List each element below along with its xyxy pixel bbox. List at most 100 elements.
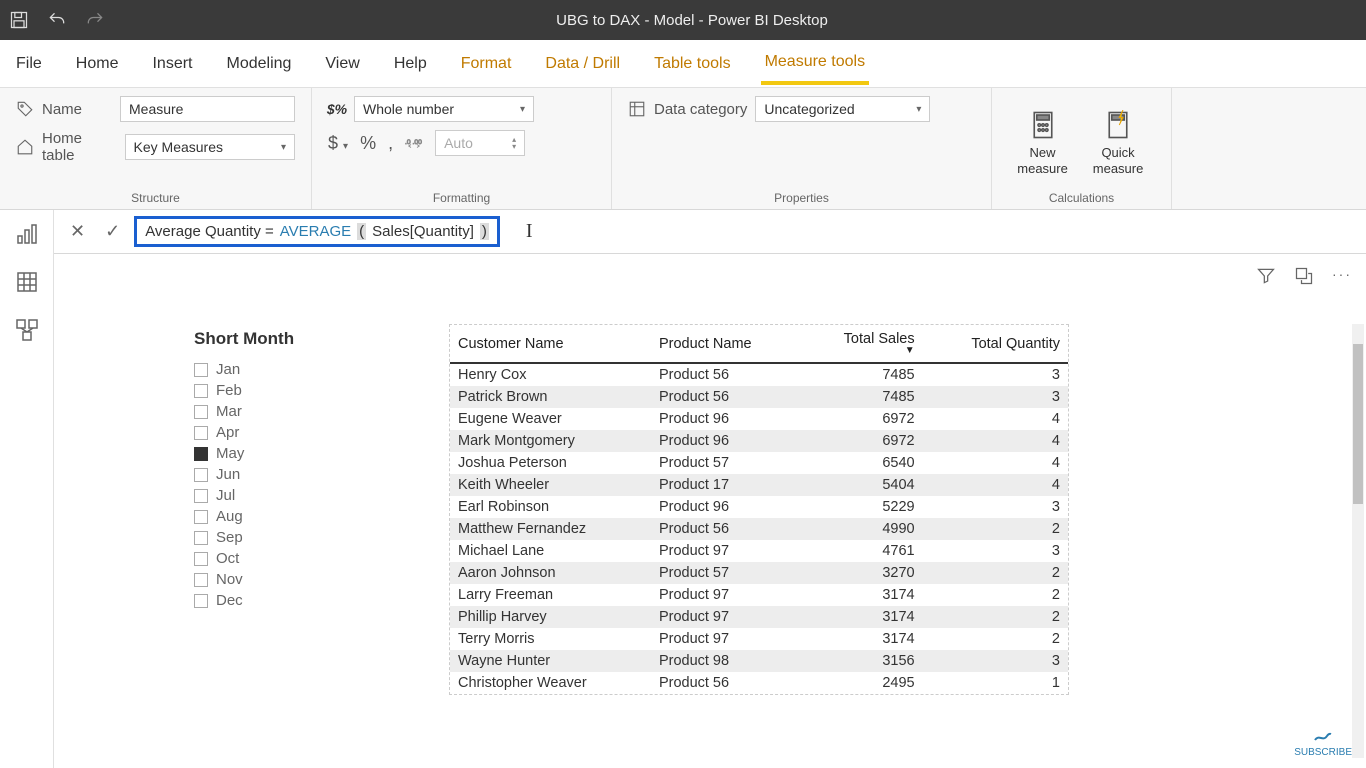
vertical-scrollbar[interactable] — [1352, 324, 1364, 758]
slicer-item[interactable]: Apr — [194, 422, 414, 443]
table-row[interactable]: Wayne HunterProduct 9831563 — [450, 650, 1068, 672]
commit-icon[interactable]: ✓ — [99, 221, 126, 242]
tab-view[interactable]: View — [321, 45, 363, 83]
name-input[interactable]: Measure — [120, 96, 295, 122]
slicer-item-label: Oct — [216, 550, 239, 567]
table-row[interactable]: Matthew FernandezProduct 5649902 — [450, 518, 1068, 540]
hometable-select[interactable]: Key Measures▾ — [125, 134, 295, 160]
report-view-icon[interactable] — [11, 218, 43, 250]
table-row[interactable]: Larry FreemanProduct 9731742 — [450, 584, 1068, 606]
tab-insert[interactable]: Insert — [148, 45, 196, 83]
properties-group-label: Properties — [628, 187, 975, 205]
quick-measure-button[interactable]: Quick measure — [1081, 103, 1155, 180]
formatting-group-label: Formatting — [328, 187, 595, 205]
tab-help[interactable]: Help — [390, 45, 431, 83]
table-row[interactable]: Mark MontgomeryProduct 9669724 — [450, 430, 1068, 452]
column-header[interactable]: Total Quantity — [923, 325, 1068, 363]
titlebar: UBG to DAX - Model - Power BI Desktop — [0, 0, 1366, 40]
checkbox-icon — [194, 426, 208, 440]
table-row[interactable]: Eugene WeaverProduct 9669724 — [450, 408, 1068, 430]
more-options-icon[interactable]: ··· — [1332, 266, 1352, 289]
chevron-down-icon: ▾ — [281, 142, 286, 153]
slicer-item-label: Dec — [216, 592, 243, 609]
filter-icon[interactable] — [1256, 266, 1276, 289]
calculator-lightning-icon — [1100, 107, 1136, 143]
percent-button[interactable]: % — [360, 133, 376, 154]
table-row[interactable]: Terry MorrisProduct 9731742 — [450, 628, 1068, 650]
tab-datadrill[interactable]: Data / Drill — [541, 45, 624, 83]
slicer-item[interactable]: Nov — [194, 569, 414, 590]
format-icon: $% — [328, 100, 346, 118]
slicer-item-label: Jan — [216, 361, 240, 378]
slicer-title: Short Month — [194, 329, 414, 349]
table-row[interactable]: Earl RobinsonProduct 9652293 — [450, 496, 1068, 518]
slicer-item-label: Mar — [216, 403, 242, 420]
tab-home[interactable]: Home — [72, 45, 123, 83]
data-table[interactable]: Customer NameProduct NameTotal Sales▼Tot… — [449, 324, 1069, 695]
formula-arg: Sales[Quantity] — [372, 223, 474, 240]
column-header[interactable]: Customer Name — [450, 325, 651, 363]
formula-function: AVERAGE — [280, 223, 351, 240]
checkbox-icon — [194, 468, 208, 482]
slicer-item[interactable]: Jun — [194, 464, 414, 485]
checkbox-icon — [194, 594, 208, 608]
slicer-item[interactable]: Jul — [194, 485, 414, 506]
slicer-item-label: Apr — [216, 424, 239, 441]
tab-tabletools[interactable]: Table tools — [650, 45, 735, 83]
comma-button[interactable]: , — [388, 133, 393, 154]
slicer-item[interactable]: May — [194, 443, 414, 464]
decimals-input[interactable]: Auto▴▾ — [435, 130, 525, 156]
tab-file[interactable]: File — [12, 45, 46, 83]
checkbox-icon — [194, 384, 208, 398]
slicer-item-label: Jul — [216, 487, 235, 504]
home-icon — [16, 138, 34, 156]
view-bar — [0, 210, 54, 768]
checkbox-icon — [194, 447, 208, 461]
table-row[interactable]: Henry CoxProduct 5674853 — [450, 363, 1068, 386]
sort-desc-icon: ▼ — [810, 345, 915, 356]
datacat-select[interactable]: Uncategorized▾ — [755, 96, 930, 122]
new-measure-button[interactable]: New measure — [1008, 103, 1077, 180]
slicer-item-label: Sep — [216, 529, 243, 546]
window-title: UBG to DAX - Model - Power BI Desktop — [26, 12, 1358, 29]
tab-format[interactable]: Format — [457, 45, 516, 83]
calculator-icon — [1025, 107, 1061, 143]
table-row[interactable]: Michael LaneProduct 9747613 — [450, 540, 1068, 562]
table-row[interactable]: Aaron JohnsonProduct 5732702 — [450, 562, 1068, 584]
column-header[interactable]: Total Sales▼ — [802, 325, 923, 363]
currency-button[interactable]: $ ▾ — [328, 133, 348, 154]
checkbox-icon — [194, 531, 208, 545]
chevron-down-icon: ▾ — [520, 104, 525, 115]
model-view-icon[interactable] — [11, 314, 43, 346]
category-icon — [628, 100, 646, 118]
slicer-item[interactable]: Sep — [194, 527, 414, 548]
table-row[interactable]: Keith WheelerProduct 1754044 — [450, 474, 1068, 496]
slicer-item[interactable]: Jan — [194, 359, 414, 380]
slicer-item-label: Jun — [216, 466, 240, 483]
column-header[interactable]: Product Name — [651, 325, 802, 363]
formula-highlight: Average Quantity = AVERAGE( Sales[Quanti… — [134, 216, 500, 247]
slicer-item[interactable]: Oct — [194, 548, 414, 569]
formula-bar[interactable]: ✕ ✓ Average Quantity = AVERAGE( Sales[Qu… — [54, 210, 1366, 254]
checkbox-icon — [194, 405, 208, 419]
format-select[interactable]: Whole number▾ — [354, 96, 534, 122]
table-row[interactable]: Christopher WeaverProduct 5624951 — [450, 672, 1068, 694]
checkbox-icon — [194, 489, 208, 503]
slicer-item[interactable]: Dec — [194, 590, 414, 611]
slicer-item[interactable]: Feb — [194, 380, 414, 401]
slicer-item[interactable]: Mar — [194, 401, 414, 422]
data-view-icon[interactable] — [11, 266, 43, 298]
name-label: Name — [42, 101, 82, 118]
table-row[interactable]: Joshua PetersonProduct 5765404 — [450, 452, 1068, 474]
cancel-icon[interactable]: ✕ — [64, 221, 91, 242]
decimal-icon[interactable]: .0.00 — [405, 134, 423, 152]
chevron-down-icon: ▾ — [916, 104, 921, 115]
slicer-item-label: Feb — [216, 382, 242, 399]
table-row[interactable]: Patrick BrownProduct 5674853 — [450, 386, 1068, 408]
structure-group-label: Structure — [16, 187, 295, 205]
tab-modeling[interactable]: Modeling — [222, 45, 295, 83]
focus-mode-icon[interactable] — [1294, 266, 1314, 289]
table-row[interactable]: Phillip HarveyProduct 9731742 — [450, 606, 1068, 628]
tab-measuretools[interactable]: Measure tools — [761, 43, 870, 85]
slicer-item[interactable]: Aug — [194, 506, 414, 527]
